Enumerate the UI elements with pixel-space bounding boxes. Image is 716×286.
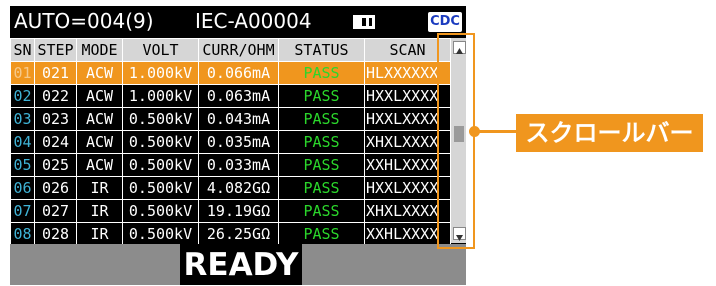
table-row[interactable]: 01 021 ACW 1.000kV 0.066mA PASS HLXXXXXX: [10, 61, 451, 85]
curr-ohm-cell: 26.25GΩ: [198, 222, 279, 246]
sn-cell: 05: [10, 153, 35, 177]
auto-program-label: AUTO=004(9): [14, 9, 154, 33]
curr-ohm-cell: 19.19GΩ: [198, 199, 279, 223]
volt-cell: 1.000kV: [122, 61, 199, 85]
table-row[interactable]: 07 027 IR 0.500kV 19.19GΩ PASS XHXLXXXX: [10, 199, 451, 223]
mode-cell: ACW: [76, 107, 123, 131]
callout-leader-line: [478, 130, 520, 133]
column-header: VOLT: [122, 38, 199, 62]
curr-ohm-cell: 0.035mA: [198, 130, 279, 154]
step-cell: 022: [34, 84, 77, 108]
scrollbar-highlight-frame: [437, 33, 475, 249]
iec-program-label: IEC-A00004: [195, 9, 312, 33]
status-cell: PASS: [278, 107, 365, 131]
sn-cell: 02: [10, 84, 35, 108]
volt-cell: 0.500kV: [122, 176, 199, 200]
ready-status: READY: [180, 244, 302, 285]
table-row[interactable]: 08 028 IR 0.500kV 26.25GΩ PASS XXHLXXXX: [10, 222, 451, 246]
cdc-badge: CDC: [428, 12, 462, 32]
table-row[interactable]: 06 026 IR 0.500kV 4.082GΩ PASS HXXLXXXX: [10, 176, 451, 200]
mode-cell: IR: [76, 199, 123, 223]
curr-ohm-cell: 0.063mA: [198, 84, 279, 108]
volt-cell: 1.000kV: [122, 84, 199, 108]
column-header: STATUS: [278, 38, 365, 62]
table-body[interactable]: 01 021 ACW 1.000kV 0.066mA PASS HLXXXXXX 02 022 A…: [10, 61, 451, 246]
status-cell: PASS: [278, 222, 365, 246]
step-cell: 027: [34, 199, 77, 223]
mode-cell: IR: [76, 176, 123, 200]
sn-cell: 04: [10, 130, 35, 154]
scrollbar-callout-label: スクロールバー: [516, 114, 703, 152]
column-header: STEP: [34, 38, 77, 62]
sn-cell: 03: [10, 107, 35, 131]
status-cell: PASS: [278, 176, 365, 200]
mode-cell: IR: [76, 222, 123, 246]
column-header: SN: [10, 38, 35, 62]
table-row[interactable]: 05 025 ACW 0.500kV 0.033mA PASS XXHLXXXX: [10, 153, 451, 177]
results-table: SN STEP MODE VOLT CURR/OHM STATUS SCAN 01 021 AC…: [10, 38, 451, 246]
status-cell: PASS: [278, 153, 365, 177]
mode-cell: ACW: [76, 84, 123, 108]
curr-ohm-cell: 0.043mA: [198, 107, 279, 131]
step-cell: 021: [34, 61, 77, 85]
sn-cell: 07: [10, 199, 35, 223]
table-row[interactable]: 03 023 ACW 0.500kV 0.043mA PASS HXXLXXXX: [10, 107, 451, 131]
tester-screen: AUTO=004(9) IEC-A00004 CDC SN STEP MODE VOL…: [10, 6, 466, 285]
table-header-row: SN STEP MODE VOLT CURR/OHM STATUS SCAN: [10, 38, 451, 62]
mode-cell: ACW: [76, 130, 123, 154]
step-cell: 026: [34, 176, 77, 200]
curr-ohm-cell: 0.033mA: [198, 153, 279, 177]
status-cell: PASS: [278, 84, 365, 108]
step-cell: 024: [34, 130, 77, 154]
step-cell: 028: [34, 222, 77, 246]
curr-ohm-cell: 0.066mA: [198, 61, 279, 85]
volt-cell: 0.500kV: [122, 130, 199, 154]
volt-cell: 0.500kV: [122, 199, 199, 223]
bottom-status-bar: READY: [10, 244, 466, 285]
table-row[interactable]: 02 022 ACW 1.000kV 0.063mA PASS HXXLXXXX: [10, 84, 451, 108]
column-header: CURR/OHM: [198, 38, 279, 62]
sn-cell: 01: [10, 61, 35, 85]
status-cell: PASS: [278, 199, 365, 223]
mode-cell: ACW: [76, 61, 123, 85]
sn-cell: 08: [10, 222, 35, 246]
column-header: MODE: [76, 38, 123, 62]
step-cell: 025: [34, 153, 77, 177]
table-row[interactable]: 04 024 ACW 0.500kV 0.035mA PASS XHXLXXXX: [10, 130, 451, 154]
memory-card-icon: [353, 15, 375, 29]
mode-cell: ACW: [76, 153, 123, 177]
status-cell: PASS: [278, 61, 365, 85]
curr-ohm-cell: 4.082GΩ: [198, 176, 279, 200]
volt-cell: 0.500kV: [122, 222, 199, 246]
sn-cell: 06: [10, 176, 35, 200]
step-cell: 023: [34, 107, 77, 131]
volt-cell: 0.500kV: [122, 153, 199, 177]
top-status-bar: AUTO=004(9) IEC-A00004 CDC: [10, 6, 466, 36]
volt-cell: 0.500kV: [122, 107, 199, 131]
status-cell: PASS: [278, 130, 365, 154]
